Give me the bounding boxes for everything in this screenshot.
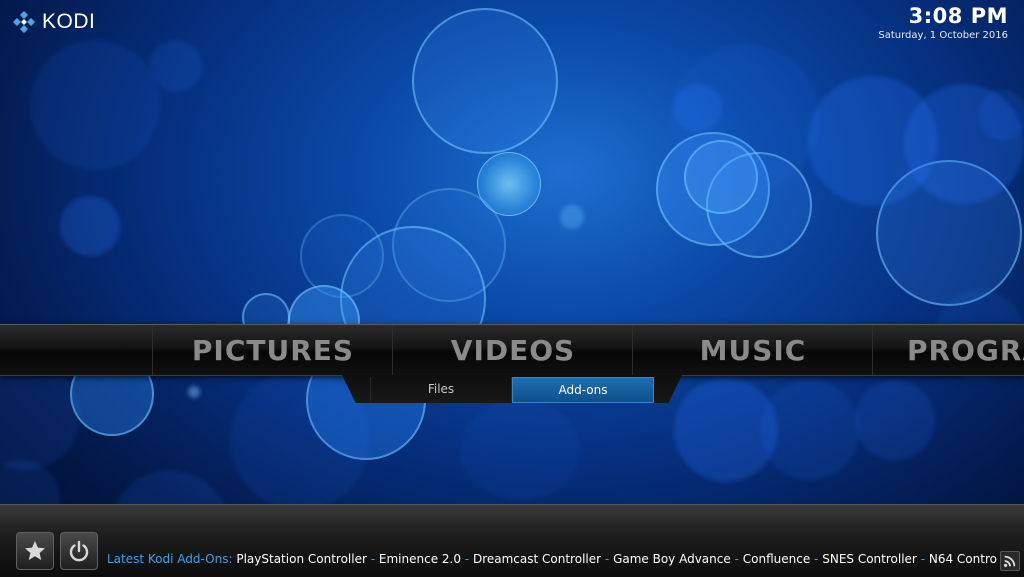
menu-item-programs[interactable]: PROGRA: [872, 325, 1024, 375]
main-menu: PICTURES VIDEOS MUSIC PROGRA: [0, 324, 1024, 376]
footer-bar: Latest Kodi Add-Ons: PlayStation Control…: [0, 504, 1024, 577]
menu-item-pictures[interactable]: PICTURES: [152, 325, 393, 375]
ticker-separator: -: [464, 552, 470, 566]
rss-icon: [1004, 555, 1016, 567]
power-button[interactable]: [60, 532, 98, 570]
sub-menu: Files Add-ons: [342, 375, 682, 403]
ticker-item: Eminence 2.0: [378, 552, 461, 566]
addons-ticker: Latest Kodi Add-Ons: PlayStation Control…: [107, 552, 1000, 568]
clock-date: Saturday, 1 October 2016: [878, 30, 1008, 41]
kodi-logo: KODI: [12, 10, 95, 34]
ticker-item: Confluence: [742, 552, 811, 566]
ticker-separator: -: [734, 552, 739, 566]
menu-item-music[interactable]: MUSIC: [632, 325, 873, 375]
favourites-button[interactable]: [16, 532, 54, 570]
background: [0, 0, 1024, 576]
clock-time: 3:08 PM: [908, 4, 1008, 28]
rss-button[interactable]: [1000, 551, 1020, 571]
ticker-separator: -: [814, 552, 819, 566]
ticker-separator: -: [604, 552, 610, 566]
power-icon: [69, 540, 89, 562]
app-name: KODI: [42, 10, 96, 33]
ticker-item: N64 Contro: [928, 552, 997, 566]
kodi-logo-icon: [13, 11, 35, 33]
star-icon: [25, 541, 45, 560]
ticker-separator: -: [370, 552, 376, 566]
ticker-item: SNES Controller: [822, 552, 917, 566]
menu-item-empty[interactable]: [0, 325, 151, 375]
ticker-item: Game Boy Advance: [613, 552, 731, 566]
clock: 3:08 PM Saturday, 1 October 2016: [878, 4, 1008, 41]
sub-menu-addons[interactable]: Add-ons: [512, 377, 654, 403]
sub-menu-files[interactable]: Files: [370, 377, 512, 401]
ticker-separator: -: [920, 552, 926, 566]
ticker-label: Latest Kodi Add-Ons:: [107, 552, 233, 566]
ticker-item: PlayStation Controller: [236, 552, 367, 566]
menu-item-videos[interactable]: VIDEOS: [392, 325, 633, 375]
ticker-item: Dreamcast Controller: [472, 552, 602, 566]
